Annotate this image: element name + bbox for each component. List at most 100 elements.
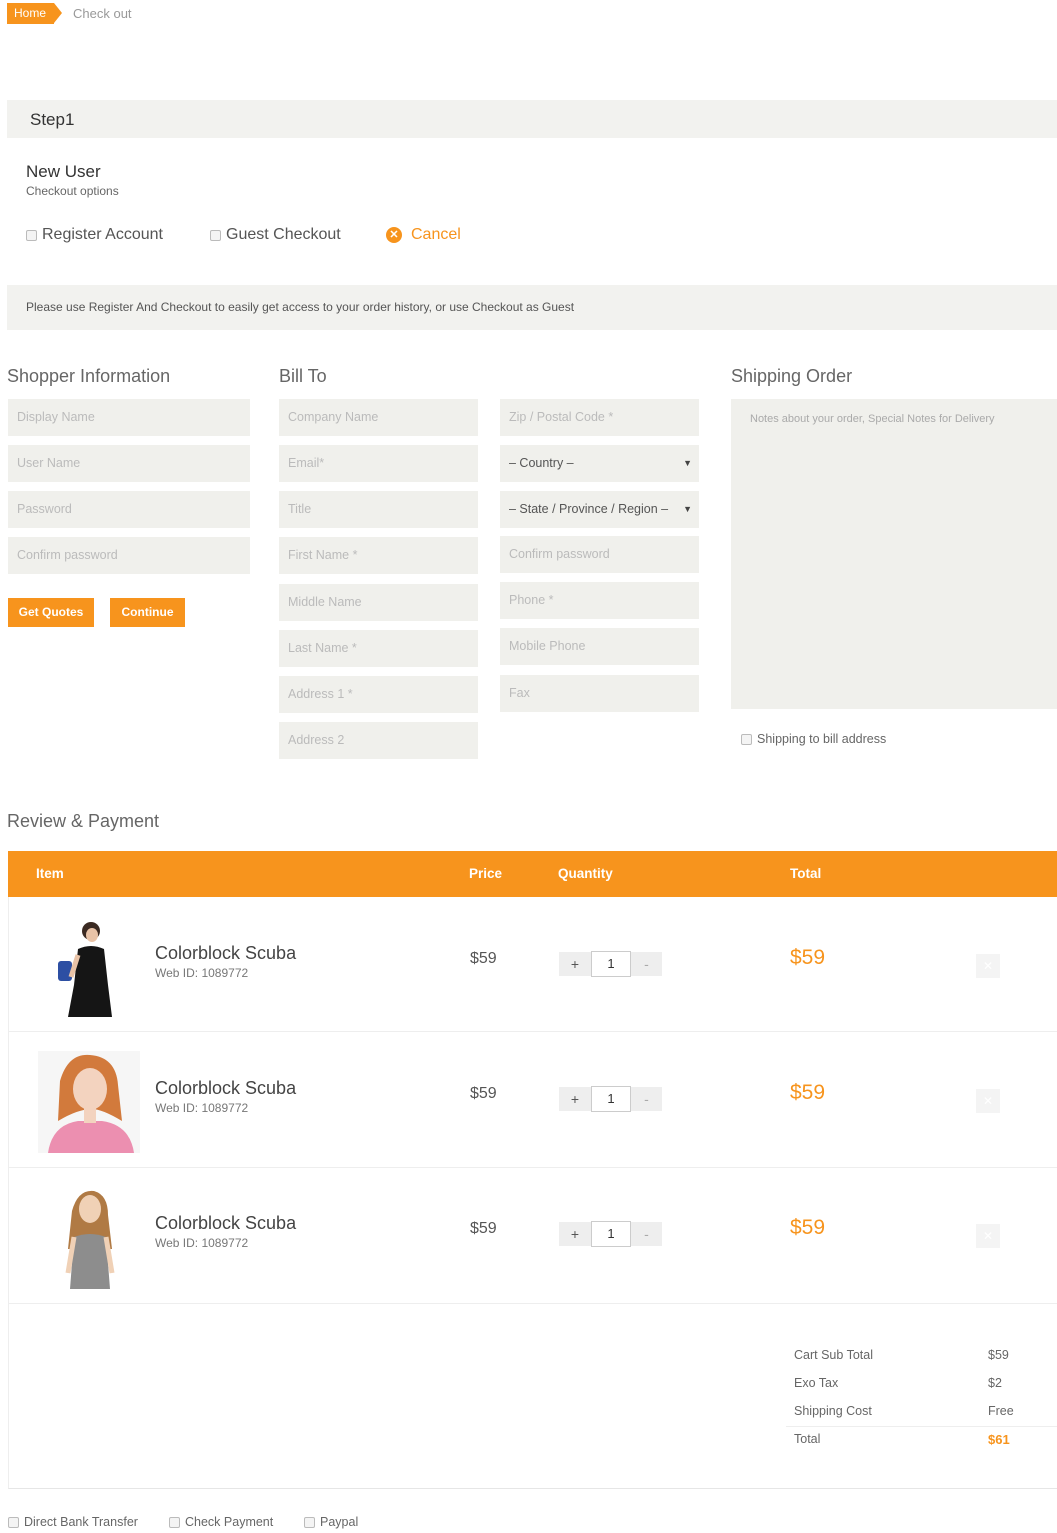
product-thumbnail — [38, 1051, 140, 1153]
summary-value: Free — [988, 1404, 1014, 1418]
product-thumbnail — [38, 1187, 140, 1289]
address-2-input[interactable]: Address 2 — [279, 722, 478, 759]
product-web-id: Web ID: 1089772 — [155, 966, 249, 980]
country-select[interactable]: – Country – ▼ — [500, 445, 699, 482]
quantity-decrease-button[interactable]: - — [631, 952, 662, 976]
breadcrumb-home-link[interactable]: Home — [7, 2, 63, 24]
guest-checkout-checkbox[interactable] — [210, 229, 221, 241]
get-quotes-button[interactable]: Get Quotes — [8, 598, 94, 627]
product-web-id: Web ID: 1089772 — [155, 1101, 249, 1115]
summary-row-tax: Exo Tax $2 — [786, 1371, 1057, 1399]
shopper-information-heading: Shopper Information — [7, 366, 171, 386]
quantity-stepper: + 1 - — [559, 1086, 662, 1112]
register-account-option[interactable]: Register Account — [26, 226, 186, 244]
breadcrumb-current: Check out — [73, 5, 132, 21]
product-name[interactable]: Colorblock Scuba — [155, 1213, 296, 1234]
payment-option-bank-transfer[interactable]: Direct Bank Transfer — [8, 1515, 138, 1529]
breadcrumb: Home Check out — [7, 2, 132, 24]
remove-item-button[interactable]: ✕ — [976, 1224, 1000, 1248]
summary-total-value: $61 — [988, 1432, 1010, 1447]
remove-item-button[interactable]: ✕ — [976, 954, 1000, 978]
state-select[interactable]: – State / Province / Region – ▼ — [500, 491, 699, 528]
product-price: $59 — [470, 1220, 497, 1237]
quantity-increase-button[interactable]: + — [559, 952, 591, 976]
fax-input[interactable]: Fax — [500, 675, 699, 712]
quantity-stepper: + 1 - — [559, 951, 662, 977]
caret-down-icon: ▼ — [683, 504, 692, 514]
column-header-price: Price — [469, 866, 503, 881]
payment-option-check[interactable]: Check Payment — [169, 1515, 273, 1529]
quantity-increase-button[interactable]: + — [559, 1222, 591, 1246]
quantity-input[interactable]: 1 — [591, 1221, 631, 1247]
column-header-item: Item — [36, 866, 64, 881]
table-row: Colorblock Scuba Web ID: 1089772 $59 + 1… — [9, 897, 1057, 1032]
product-total: $59 — [790, 946, 826, 969]
summary-row-shipping: Shipping Cost Free — [786, 1399, 1057, 1427]
new-user-title: New User — [26, 162, 101, 181]
bill-confirm-password-input[interactable]: Confirm password — [500, 536, 699, 573]
middle-name-input[interactable]: Middle Name — [279, 584, 478, 621]
payment-option-paypal[interactable]: Paypal — [304, 1515, 358, 1529]
checkout-options-label: Checkout options — [26, 184, 119, 198]
summary-label: Shipping Cost — [794, 1404, 872, 1418]
checkout-notice: Please use Register And Checkout to easi… — [7, 285, 1057, 330]
product-web-id: Web ID: 1089772 — [155, 1236, 249, 1250]
quantity-increase-button[interactable]: + — [559, 1087, 591, 1111]
cancel-circle-icon: ✕ — [386, 227, 402, 243]
summary-row-subtotal: Cart Sub Total $59 — [786, 1343, 1057, 1371]
address-1-input[interactable]: Address 1 * — [279, 676, 478, 713]
cart-table-header: Item Price Quantity Total — [8, 851, 1057, 897]
password-input[interactable]: Password — [8, 491, 250, 528]
email-input[interactable]: Email* — [279, 445, 478, 482]
quantity-stepper: + 1 - — [559, 1221, 662, 1247]
shipping-order-heading: Shipping Order — [731, 366, 853, 386]
remove-item-button[interactable]: ✕ — [976, 1089, 1000, 1113]
summary-value: $2 — [988, 1376, 1002, 1390]
confirm-password-input[interactable]: Confirm password — [8, 537, 250, 574]
phone-input[interactable]: Phone * — [500, 582, 699, 619]
payment-checkbox[interactable] — [8, 1516, 19, 1528]
title-input[interactable]: Title — [279, 491, 478, 528]
table-row: Colorblock Scuba Web ID: 1089772 $59 + 1… — [9, 1033, 1057, 1168]
continue-button[interactable]: Continue — [110, 598, 185, 627]
summary-value: $59 — [988, 1348, 1009, 1362]
user-name-input[interactable]: User Name — [8, 445, 250, 482]
first-name-input[interactable]: First Name * — [279, 537, 478, 574]
cancel-label: Cancel — [411, 226, 461, 243]
display-name-input[interactable]: Display Name — [8, 399, 250, 436]
country-select-value: – Country – — [509, 456, 574, 470]
product-name[interactable]: Colorblock Scuba — [155, 943, 296, 964]
shipping-to-bill-checkbox[interactable] — [741, 733, 752, 745]
product-total: $59 — [790, 1081, 826, 1104]
guest-checkout-option[interactable]: Guest Checkout — [210, 226, 370, 244]
payment-checkbox[interactable] — [169, 1516, 180, 1528]
quantity-input[interactable]: 1 — [591, 951, 631, 977]
payment-label: Check Payment — [185, 1515, 274, 1529]
mobile-phone-input[interactable]: Mobile Phone — [500, 628, 699, 665]
order-notes-textarea[interactable]: Notes about your order, Special Notes fo… — [731, 399, 1057, 709]
quantity-decrease-button[interactable]: - — [631, 1087, 662, 1111]
last-name-input[interactable]: Last Name * — [279, 630, 478, 667]
shipping-to-bill-option[interactable]: Shipping to bill address — [741, 731, 886, 747]
caret-down-icon: ▼ — [683, 458, 692, 468]
checkout-notice-text: Please use Register And Checkout to easi… — [26, 300, 575, 314]
step-header: Step1 — [7, 100, 1057, 138]
register-account-checkbox[interactable] — [26, 229, 37, 241]
product-price: $59 — [470, 1085, 497, 1102]
bill-to-heading: Bill To — [279, 366, 327, 386]
cancel-link[interactable]: ✕ Cancel — [386, 226, 461, 244]
product-total: $59 — [790, 1216, 826, 1239]
product-name[interactable]: Colorblock Scuba — [155, 1078, 296, 1099]
summary-label: Cart Sub Total — [794, 1348, 873, 1362]
quantity-decrease-button[interactable]: - — [631, 1222, 662, 1246]
quantity-input[interactable]: 1 — [591, 1086, 631, 1112]
table-row: Colorblock Scuba Web ID: 1089772 $59 + 1… — [9, 1169, 1057, 1304]
company-name-input[interactable]: Company Name — [279, 399, 478, 436]
state-select-value: – State / Province / Region – — [509, 502, 669, 516]
payment-checkbox[interactable] — [304, 1516, 315, 1528]
payment-label: Direct Bank Transfer — [24, 1515, 138, 1529]
close-icon: ✕ — [982, 1229, 994, 1243]
guest-checkout-label: Guest Checkout — [226, 226, 341, 243]
column-header-quantity: Quantity — [558, 866, 613, 881]
zip-postal-code-input[interactable]: Zip / Postal Code * — [500, 399, 699, 436]
